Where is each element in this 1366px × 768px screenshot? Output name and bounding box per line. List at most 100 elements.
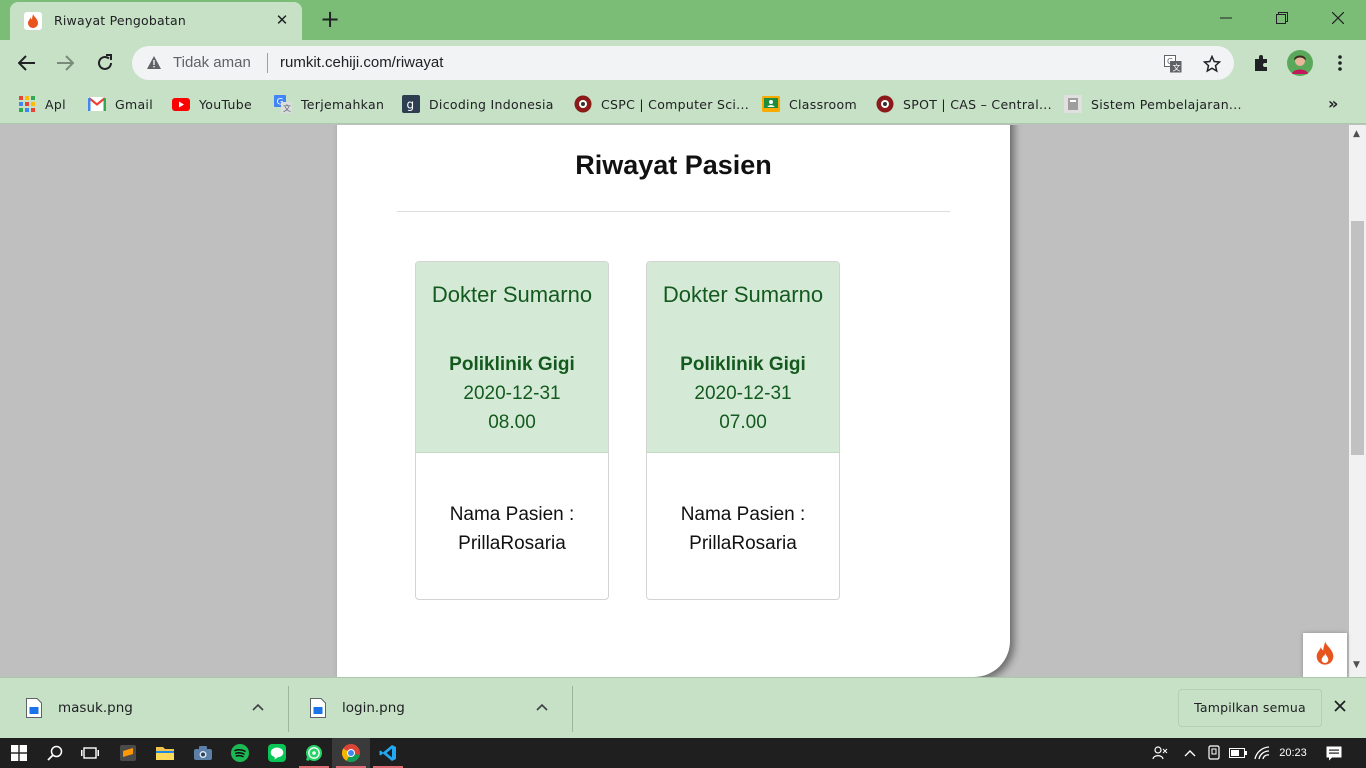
address-divider [267, 53, 268, 73]
chrome-icon[interactable] [332, 738, 370, 768]
extensions-icon[interactable] [1248, 50, 1274, 76]
security-status-label[interactable]: Tidak aman [173, 54, 251, 71]
chevron-up-icon[interactable] [536, 700, 548, 715]
windows-taskbar: 20:23 [0, 738, 1366, 768]
bookmark-label: CSPC | Computer Sci... [601, 96, 749, 112]
download-item[interactable]: login.png [310, 686, 560, 730]
visit-time: 07.00 [719, 412, 767, 433]
whatsapp-icon[interactable] [295, 738, 333, 768]
taskbar-clock[interactable]: 20:23 [1274, 738, 1312, 768]
bookmark-dicoding[interactable]: g Dicoding Indonesia [402, 92, 554, 116]
scroll-down-icon[interactable]: ▼ [1353, 660, 1360, 670]
flame-icon [1315, 641, 1335, 669]
history-panel: Riwayat Pasien Dokter Sumarno Poliklinik… [337, 125, 1010, 677]
sublime-text-icon[interactable] [109, 738, 147, 768]
sistem-icon [1064, 95, 1082, 113]
visit-date: 2020-12-31 [463, 383, 561, 404]
visit-time: 08.00 [488, 412, 536, 433]
camera-icon[interactable] [184, 738, 222, 768]
bookmark-cspc[interactable]: CSPC | Computer Sci... [574, 92, 749, 116]
chevron-up-icon[interactable] [1180, 738, 1200, 768]
translate-icon: G文 [274, 95, 292, 113]
bookmark-star-icon[interactable] [1201, 53, 1223, 75]
card-body: Nama Pasien : PrillaRosaria [647, 500, 839, 558]
bookmark-label: Classroom [789, 96, 857, 112]
svg-text:g: g [407, 98, 415, 112]
patient-label: Nama Pasien : [680, 504, 806, 525]
download-item[interactable]: masuk.png [26, 686, 276, 730]
warning-icon[interactable] [146, 55, 162, 74]
reload-icon[interactable] [90, 48, 120, 78]
bookmark-youtube[interactable]: YouTube [172, 92, 252, 116]
bookmark-sistem[interactable]: Sistem Pembelajaran... [1064, 92, 1242, 116]
patient-name: PrillaRosaria [689, 533, 797, 554]
download-filename: masuk.png [58, 700, 133, 716]
browser-tab[interactable]: Riwayat Pengobatan ✕ [10, 2, 302, 40]
bookmark-label: Apl [45, 96, 66, 112]
page-viewport: Riwayat Pasien Dokter Sumarno Poliklinik… [0, 125, 1349, 677]
image-file-icon [310, 698, 326, 718]
bookmarks-bar: Apl Gmail YouTube G文 Terjemahkan g Dicod… [0, 86, 1366, 124]
forward-icon[interactable] [50, 48, 80, 78]
floating-badge[interactable] [1303, 633, 1347, 677]
device-icon[interactable] [1204, 738, 1224, 768]
browser-toolbar: Tidak aman rumkit.cehiji.com/riwayat G文 [0, 40, 1366, 86]
patient-label: Nama Pasien : [449, 504, 575, 525]
svg-text:文: 文 [283, 103, 291, 113]
window-close-icon[interactable] [1310, 0, 1366, 36]
line-app-icon[interactable] [258, 738, 296, 768]
show-all-downloads-button[interactable]: Tampilkan semua [1178, 689, 1322, 727]
card-body: Nama Pasien : PrillaRosaria [416, 500, 608, 558]
search-icon[interactable] [36, 738, 74, 768]
download-bar: masuk.png login.png Tampilkan semua [0, 677, 1366, 738]
file-explorer-icon[interactable] [146, 738, 184, 768]
windows-start-icon[interactable] [0, 738, 38, 768]
chevron-up-icon[interactable] [252, 700, 264, 715]
browser-titlebar: Riwayat Pengobatan ✕ + [0, 0, 1366, 40]
classroom-icon [762, 95, 780, 113]
youtube-icon [172, 95, 190, 113]
visit-date: 2020-12-31 [694, 383, 792, 404]
bookmark-label: Terjemahkan [301, 96, 385, 112]
minimize-icon[interactable] [1198, 0, 1254, 36]
bookmark-terjemahkan[interactable]: G文 Terjemahkan [274, 92, 384, 116]
doctor-name: Dokter Sumarno [662, 282, 824, 307]
more-bookmarks-icon[interactable]: » [1328, 94, 1338, 113]
bookmark-label: Dicoding Indonesia [429, 96, 554, 112]
profile-avatar[interactable] [1287, 50, 1313, 76]
patient-name: PrillaRosaria [458, 533, 566, 554]
tab-close-icon[interactable]: ✕ [272, 10, 292, 30]
svg-text:文: 文 [1173, 63, 1181, 73]
bookmark-gmail[interactable]: Gmail [88, 92, 153, 116]
page-scrollbar[interactable]: ▲ ▼ [1349, 125, 1366, 677]
battery-icon[interactable] [1228, 738, 1248, 768]
cspc-icon [574, 95, 592, 113]
download-divider [572, 686, 573, 732]
vscode-icon[interactable] [369, 738, 407, 768]
close-download-bar-icon[interactable] [1334, 696, 1346, 717]
bookmark-apl[interactable]: Apl [18, 92, 66, 116]
bookmark-spot[interactable]: SPOT | CAS – Central... [876, 92, 1052, 116]
restore-icon[interactable] [1254, 0, 1310, 36]
spotify-icon[interactable] [221, 738, 259, 768]
bookmark-classroom[interactable]: Classroom [762, 92, 857, 116]
people-icon[interactable] [1148, 738, 1172, 768]
task-view-icon[interactable] [71, 738, 109, 768]
translate-page-icon[interactable]: G文 [1162, 53, 1184, 75]
history-card: Dokter Sumarno Poliklinik Gigi 2020-12-3… [646, 261, 840, 600]
title-divider [397, 211, 950, 212]
new-tab-button[interactable]: + [316, 6, 344, 34]
clinic-name: Poliklinik Gigi [680, 354, 806, 375]
address-bar[interactable]: Tidak aman rumkit.cehiji.com/riwayat G文 [132, 46, 1234, 80]
browser-menu-icon[interactable] [1327, 50, 1353, 76]
wifi-icon[interactable] [1252, 738, 1272, 768]
scroll-thumb[interactable] [1351, 221, 1364, 455]
back-icon[interactable] [12, 48, 42, 78]
dicoding-icon: g [402, 95, 420, 113]
tab-title: Riwayat Pengobatan [54, 13, 186, 28]
notification-icon[interactable] [1320, 738, 1348, 768]
history-card: Dokter Sumarno Poliklinik Gigi 2020-12-3… [415, 261, 609, 600]
scroll-up-icon[interactable]: ▲ [1353, 129, 1360, 139]
card-header: Dokter Sumarno Poliklinik Gigi 2020-12-3… [416, 262, 608, 453]
url-text[interactable]: rumkit.cehiji.com/riwayat [280, 54, 443, 71]
